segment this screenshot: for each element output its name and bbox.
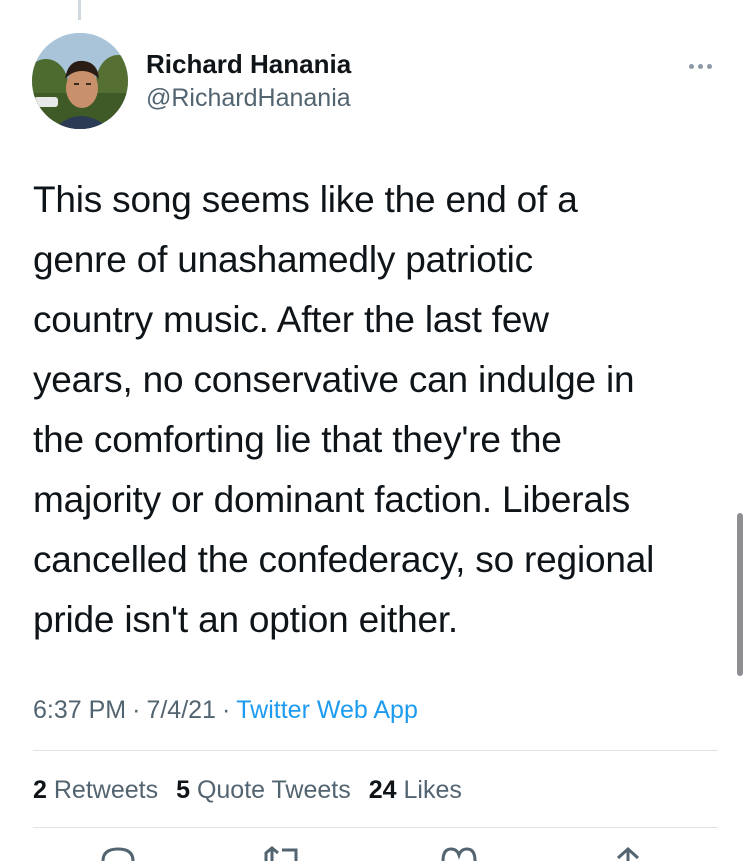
engagement-stats: 2 Retweets 5 Quote Tweets 24 Likes — [33, 773, 480, 807]
retweets-label: Retweets — [53, 776, 159, 804]
like-button[interactable] — [440, 846, 478, 861]
tweet-text-line: the comforting lie that they're the — [33, 419, 562, 460]
quote-tweets-label: Quote Tweets — [196, 776, 351, 804]
likes-count: 24 — [368, 776, 397, 804]
thread-connector-line — [78, 0, 81, 20]
likes-label: Likes — [403, 776, 462, 804]
tweet-detail-view: Richard Hanania @RichardHanania This son… — [0, 0, 750, 861]
heart-icon — [441, 847, 477, 861]
share-icon — [616, 846, 640, 861]
retweet-button[interactable] — [262, 846, 304, 861]
reply-button[interactable] — [100, 846, 136, 861]
more-options-button[interactable] — [683, 56, 717, 76]
retweets-count: 2 — [33, 776, 47, 804]
avatar[interactable] — [32, 33, 128, 129]
scrollbar[interactable] — [737, 513, 743, 676]
tweet-time[interactable]: 6:37 PM — [33, 696, 126, 724]
meta-separator: · — [221, 696, 231, 724]
likes-stat[interactable]: 24 Likes — [369, 773, 462, 807]
tweet-action-bar — [0, 846, 750, 861]
more-horizontal-icon-dot — [697, 63, 703, 69]
author-handle[interactable]: @RichardHanania — [146, 82, 351, 114]
reply-icon — [101, 847, 135, 861]
tweet-text-line: This song seems like the end of a — [33, 179, 578, 220]
meta-separator: · — [132, 696, 141, 724]
author-header: Richard Hanania @RichardHanania — [146, 48, 351, 114]
more-horizontal-icon-dot — [706, 63, 712, 69]
tweet-source-link[interactable]: Twitter Web App — [236, 696, 418, 724]
tweet-text-line: country music. After the last few — [33, 299, 549, 340]
divider — [33, 750, 718, 751]
quote-tweets-count: 5 — [176, 776, 190, 804]
tweet-text-line: pride isn't an option either. — [33, 599, 458, 640]
tweet-text: This song seems like the end of a genre … — [33, 170, 733, 650]
tweet-text-line: cancelled the confederacy, so regional — [33, 539, 655, 580]
author-display-name[interactable]: Richard Hanania — [146, 48, 351, 80]
tweet-text-line: genre of unashamedly patriotic — [33, 239, 533, 280]
avatar-photo — [32, 33, 128, 129]
retweets-stat[interactable]: 2 Retweets — [33, 773, 158, 807]
tweet-metadata: 6:37 PM · 7/4/21 · Twitter Web App — [33, 693, 418, 727]
tweet-text-line: majority or dominant faction. Liberals — [33, 479, 631, 520]
tweet-text-line: years, no conservative can indulge in — [33, 359, 635, 400]
quote-tweets-stat[interactable]: 5 Quote Tweets — [176, 773, 351, 807]
share-button[interactable] — [614, 846, 642, 861]
more-horizontal-icon-dot — [688, 63, 694, 69]
divider — [33, 827, 718, 828]
retweet-icon — [264, 846, 298, 861]
tweet-date[interactable]: 7/4/21 — [146, 696, 216, 724]
